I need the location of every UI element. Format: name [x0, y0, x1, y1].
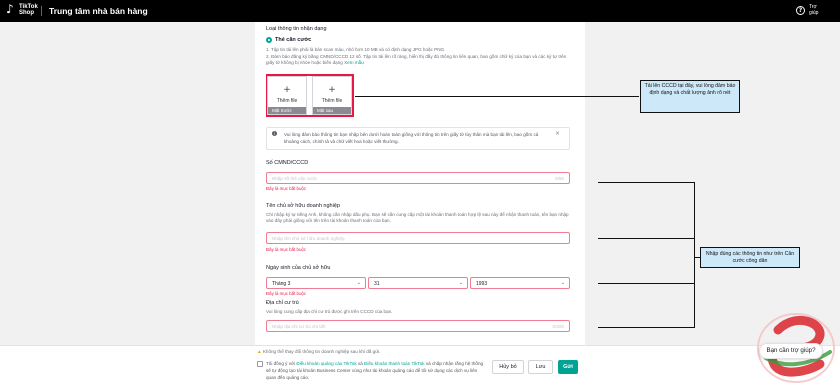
divider	[41, 6, 42, 16]
birth-day-select[interactable]: 31 ⌄	[368, 277, 468, 289]
annotation-line	[598, 327, 694, 328]
id-number-label: Số CMND/CCCD	[266, 160, 309, 166]
tiktok-logo-icon	[6, 2, 16, 16]
upload-front[interactable]: + Thêm file Mặt trước	[267, 76, 307, 115]
notice-text: Vui lòng đảm bảo thông tin bạn nhập bên …	[284, 132, 539, 144]
logo-line2: Shop	[19, 10, 34, 16]
plus-icon: +	[283, 85, 291, 95]
tiktok-shop-logo[interactable]: TikTok Shop	[6, 2, 38, 16]
owner-name-label: Tên chủ sở hữu doanh nghiệp	[266, 203, 340, 209]
warning-icon: ▲	[257, 349, 262, 354]
upload-back[interactable]: + Thêm file Mặt sau	[312, 76, 352, 115]
owner-name-input[interactable]: Nhập tên chủ sở hữu doanh nghiệp	[266, 232, 570, 244]
id-type-label: Loại thông tin nhận dạng	[266, 26, 327, 32]
char-counter: 0/50	[555, 176, 564, 181]
id-rule-2: 2. Đảm bảo đăng ký bằng CMND/CCCD 12 số.…	[266, 54, 567, 65]
top-bar: TikTok Shop Trung tâm nhà bán hàng ? Trợ…	[0, 0, 840, 22]
submit-button[interactable]: Gửi	[558, 360, 578, 374]
ads-terms-link[interactable]: Điều khoản quảng cáo TikTok	[296, 361, 356, 366]
birth-year-value: 1993	[476, 281, 488, 287]
birthday-label: Ngày sinh của chủ sở hữu	[266, 265, 331, 271]
fields-callout-text: Nhập đúng các thông tin như trên Căn cướ…	[705, 251, 795, 264]
birth-month-value: Tháng 3	[272, 281, 291, 287]
address-label: Địa chỉ cư trú	[266, 300, 299, 306]
id-number-placeholder: Nhập số thẻ căn cước	[272, 176, 318, 181]
terms-checkbox[interactable]	[257, 361, 263, 367]
chevron-down-icon: ⌄	[356, 280, 361, 286]
upload-caption: Mặt sau	[313, 107, 351, 114]
fields-callout: Nhập đúng các thông tin như trên Căn cướ…	[700, 247, 800, 268]
upload-label: Thêm file	[276, 98, 298, 104]
id-rule-1: 1. Tập tin tải lên phải là bản scan màu,…	[266, 47, 446, 52]
birth-year-select[interactable]: 1993 ⌄	[470, 277, 570, 289]
sample-link[interactable]: Xem mẫu	[344, 60, 364, 65]
chevron-down-icon: ⌄	[560, 280, 565, 286]
chat-help-button[interactable]: Bạn cần trợ giúp?	[759, 343, 823, 359]
address-input[interactable]: Nhập địa chỉ cư trú chi tiết 0/200	[266, 320, 570, 332]
help-label: Trợ giúp	[809, 4, 819, 16]
chevron-down-icon: ⌄	[458, 280, 463, 286]
app-title: Trung tâm nhà bán hàng	[49, 6, 148, 16]
terms-text: Tôi đồng ý với Điều khoản quảng cáo TikT…	[266, 361, 484, 380]
help-button[interactable]: ? Trợ giúp	[796, 4, 823, 16]
annotation-line	[355, 96, 639, 97]
annotation-line	[598, 283, 694, 284]
birth-month-select[interactable]: Tháng 3 ⌄	[266, 277, 366, 289]
id-number-error: Đây là mục bắt buộc	[266, 186, 307, 191]
info-icon: i	[272, 131, 277, 136]
plus-icon: +	[328, 85, 336, 95]
annotation-line	[694, 182, 695, 328]
annotation-line	[598, 182, 694, 183]
close-icon[interactable]: ×	[555, 130, 560, 137]
payment-terms-link[interactable]: Điều khoản thanh toán TikTok	[364, 361, 425, 366]
char-counter: 0/200	[552, 324, 565, 329]
save-button[interactable]: Lưu	[528, 360, 553, 374]
cancel-button[interactable]: Hủy bỏ	[492, 360, 524, 374]
owner-name-error: Đây là mục bắt buộc	[266, 247, 307, 252]
help-icon: ?	[796, 5, 805, 15]
upload-callout: Tải lên CCCD tại đây, vui lòng đảm bảo đ…	[640, 80, 740, 113]
upload-caption: Mặt trước	[268, 107, 306, 114]
owner-name-placeholder: Nhập tên chủ sở hữu doanh nghiệp	[272, 236, 345, 241]
birthday-error: Đây là mục bắt buộc	[266, 291, 307, 296]
address-hint: Vui lòng cung cấp địa chỉ cư trú được gh…	[266, 309, 393, 314]
info-notice: i Vui lòng đảm bảo thông tin bạn nhập bê…	[266, 127, 570, 150]
warning-row: ▲ Không thể thay đổi thông tin doanh ngh…	[257, 349, 381, 354]
id-number-input[interactable]: Nhập số thẻ căn cước 0/50	[266, 172, 570, 184]
owner-name-hint: Chỉ nhập ký tự tiếng Anh, không cần nhập…	[266, 212, 569, 223]
address-placeholder: Nhập địa chỉ cư trú chi tiết	[272, 324, 326, 329]
birth-day-value: 31	[374, 281, 380, 287]
warning-text: Không thể thay đổi thông tin doanh nghiệ…	[262, 349, 381, 354]
annotation-line	[598, 238, 694, 239]
upload-callout-text: Tải lên CCCD tại đây, vui lòng đảm bảo đ…	[644, 83, 736, 96]
id-type-option: Thẻ căn cước	[275, 37, 312, 43]
upload-label: Thêm file	[321, 98, 343, 104]
id-type-radio[interactable]	[266, 37, 272, 43]
